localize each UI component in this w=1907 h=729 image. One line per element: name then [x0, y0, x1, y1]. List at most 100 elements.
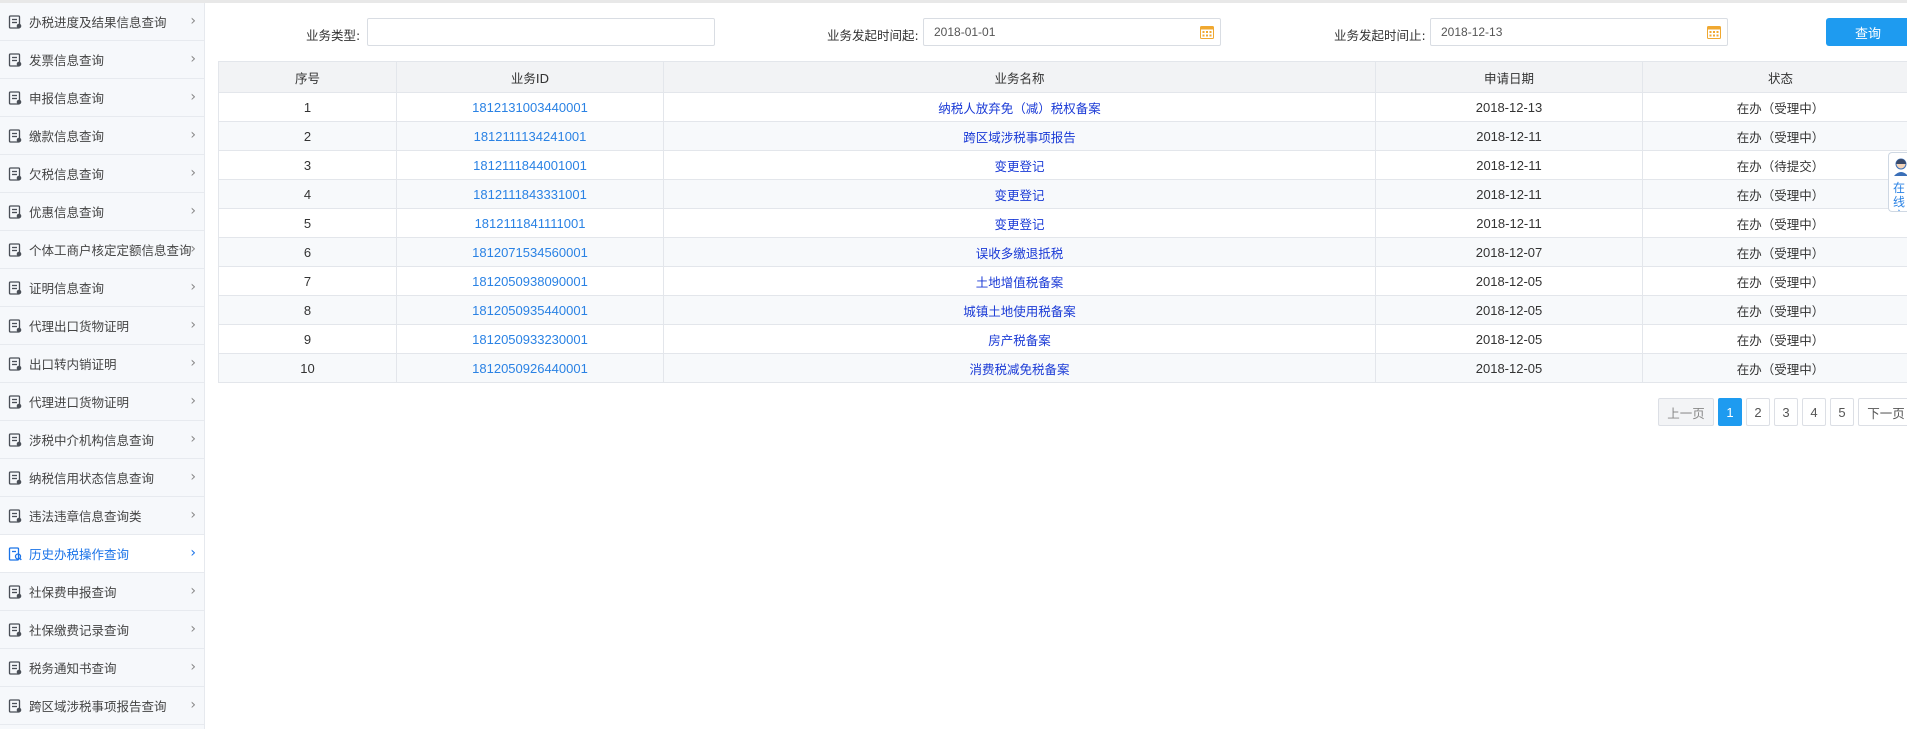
business-id-link[interactable]: 1812050933230001 [472, 332, 588, 347]
sidebar-item[interactable]: 代理进口货物证明 › [0, 383, 204, 421]
sidebar-item[interactable]: 纳税信用状态信息查询 › [0, 459, 204, 497]
calendar-icon[interactable] [1707, 25, 1721, 39]
import-document-icon [7, 394, 23, 410]
apply-date: 2018-12-05 [1375, 266, 1643, 296]
chevron-right-icon: › [190, 507, 196, 523]
sidebar-item[interactable]: 违法违章信息查询类 › [0, 497, 204, 535]
status-text: 在办（受理中） [1642, 208, 1907, 238]
person-search-icon [7, 584, 23, 600]
search-button[interactable]: 查询 [1826, 18, 1907, 46]
apply-date: 2018-12-05 [1375, 295, 1643, 325]
apply-date: 2018-12-11 [1375, 208, 1643, 238]
top-border [0, 0, 1907, 3]
business-name-link[interactable]: 城镇土地使用税备案 [963, 304, 1076, 319]
business-id-link[interactable]: 1812050935440001 [472, 303, 588, 318]
apply-date: 2018-12-11 [1375, 179, 1643, 209]
business-name-link[interactable]: 跨区域涉税事项报告 [963, 130, 1076, 145]
sidebar-item-label: 涉税中介机构信息查询 [29, 433, 155, 448]
sidebar-item[interactable]: 出口转内销证明 › [0, 345, 204, 383]
apply-date: 2018-12-13 [1375, 92, 1643, 122]
calendar-icon[interactable] [1200, 25, 1214, 39]
invoice-list-icon [7, 52, 23, 68]
table-header-row: 序号 业务ID 业务名称 申请日期 状态 [218, 61, 1907, 93]
business-id-cell: 1812050933230001 [396, 324, 664, 354]
page-button[interactable]: 4 [1802, 398, 1826, 426]
business-name-cell: 城镇土地使用税备案 [663, 295, 1376, 325]
page-button[interactable]: 2 [1746, 398, 1770, 426]
sidebar-item[interactable]: 缴款信息查询 › [0, 117, 204, 155]
sidebar-item-label: 税务通知书查询 [29, 661, 117, 676]
row-index: 7 [218, 266, 397, 296]
status-text: 在办（受理中） [1642, 295, 1907, 325]
chevron-right-icon: › [190, 165, 196, 181]
business-name-link[interactable]: 房产税备案 [988, 333, 1051, 348]
sidebar-item[interactable]: 社保缴费记录查询 › [0, 611, 204, 649]
row-index: 10 [218, 353, 397, 383]
credit-search-icon [7, 470, 23, 486]
sidebar-item[interactable]: 涉税中介机构信息查询 › [0, 421, 204, 459]
business-id-link[interactable]: 1812111841111001 [475, 216, 586, 231]
chevron-right-icon: › [190, 431, 196, 447]
business-name-link[interactable]: 土地增值税备案 [976, 275, 1064, 290]
sidebar-item[interactable]: 优惠信息查询 › [0, 193, 204, 231]
header-business-name: 业务名称 [663, 61, 1376, 93]
document-chart-icon [7, 14, 23, 30]
sidebar-item-label: 缴款信息查询 [29, 129, 105, 144]
business-id-link[interactable]: 1812111134241001 [474, 129, 587, 144]
business-id-link[interactable]: 1812050926440001 [472, 361, 588, 376]
prev-page-button[interactable]: 上一页 [1658, 398, 1714, 426]
pagination: 上一页 1 2 3 4 5 下一页 [1658, 398, 1907, 428]
sidebar-item-label: 社保缴费记录查询 [29, 623, 130, 638]
business-name-link[interactable]: 消费税减免税备案 [969, 362, 1069, 377]
sidebar-item[interactable]: 跨区域涉税事项报告查询 › [0, 687, 204, 725]
sidebar-item[interactable]: 社保费申报查询 › [0, 573, 204, 611]
business-id-link[interactable]: 1812050938090001 [472, 274, 588, 289]
sidebar-item-label: 社保费申报查询 [29, 585, 117, 600]
page-button[interactable]: 5 [1830, 398, 1854, 426]
sidebar-item[interactable]: 欠税信息查询 › [0, 155, 204, 193]
chevron-right-icon: › [190, 697, 196, 713]
next-page-button[interactable]: 下一页 [1858, 398, 1907, 426]
sidebar-item[interactable]: 证明信息查询 › [0, 269, 204, 307]
status-text: 在办（待提交） [1642, 150, 1907, 180]
business-type-input[interactable] [367, 18, 715, 46]
chevron-right-icon: › [190, 659, 196, 675]
business-name-link[interactable]: 变更登记 [994, 159, 1044, 174]
table-row: 9 1812050933230001 房产税备案 2018-12-05 在办（受理中） [218, 324, 1907, 354]
business-document-icon [7, 242, 23, 258]
business-id-link[interactable]: 1812131003440001 [472, 100, 588, 115]
business-type-label: 业务类型: [306, 28, 361, 43]
sidebar-item[interactable]: 代理出口货物证明 › [0, 307, 204, 345]
sidebar-item[interactable]: 发票信息查询 › [0, 41, 204, 79]
sidebar-item-label: 优惠信息查询 [29, 205, 105, 220]
id-card-icon [7, 698, 23, 714]
online-service-widget[interactable]: 在线客 [1888, 152, 1907, 212]
row-index: 1 [218, 92, 397, 122]
sidebar-item[interactable]: 个体工商户核定定额信息查询 › [0, 231, 204, 269]
business-name-link[interactable]: 纳税人放弃免（减）税权备案 [938, 101, 1101, 116]
apply-date: 2018-12-11 [1375, 150, 1643, 180]
sidebar-item[interactable]: 历史办税操作查询 › [0, 535, 204, 573]
status-text: 在办（受理中） [1642, 237, 1907, 267]
page-button[interactable]: 3 [1774, 398, 1798, 426]
business-id-link[interactable]: 1812071534560001 [472, 245, 588, 260]
header-index: 序号 [218, 61, 397, 93]
sidebar-item[interactable]: 税务通知书查询 › [0, 649, 204, 687]
end-date-label: 业务发起时间止: [1334, 28, 1426, 43]
business-name-cell: 土地增值税备案 [663, 266, 1376, 296]
business-id-link[interactable]: 1812111844001001 [473, 158, 587, 173]
chevron-right-icon: › [190, 127, 196, 143]
business-name-link[interactable]: 误收多缴退抵税 [976, 246, 1064, 261]
tax-arrears-icon [7, 166, 23, 182]
business-name-link[interactable]: 变更登记 [994, 217, 1044, 232]
box-stack-icon [7, 90, 23, 106]
sidebar-item[interactable]: 申报信息查询 › [0, 79, 204, 117]
business-name-link[interactable]: 变更登记 [994, 188, 1044, 203]
chevron-right-icon: › [190, 621, 196, 637]
sidebar-item[interactable]: 办税进度及结果信息查询 › [0, 3, 204, 41]
business-id-link[interactable]: 1812111843331001 [473, 187, 587, 202]
start-date-input[interactable] [923, 18, 1221, 46]
end-date-input[interactable] [1430, 18, 1728, 46]
apply-date: 2018-12-07 [1375, 237, 1643, 267]
page-button[interactable]: 1 [1718, 398, 1742, 426]
